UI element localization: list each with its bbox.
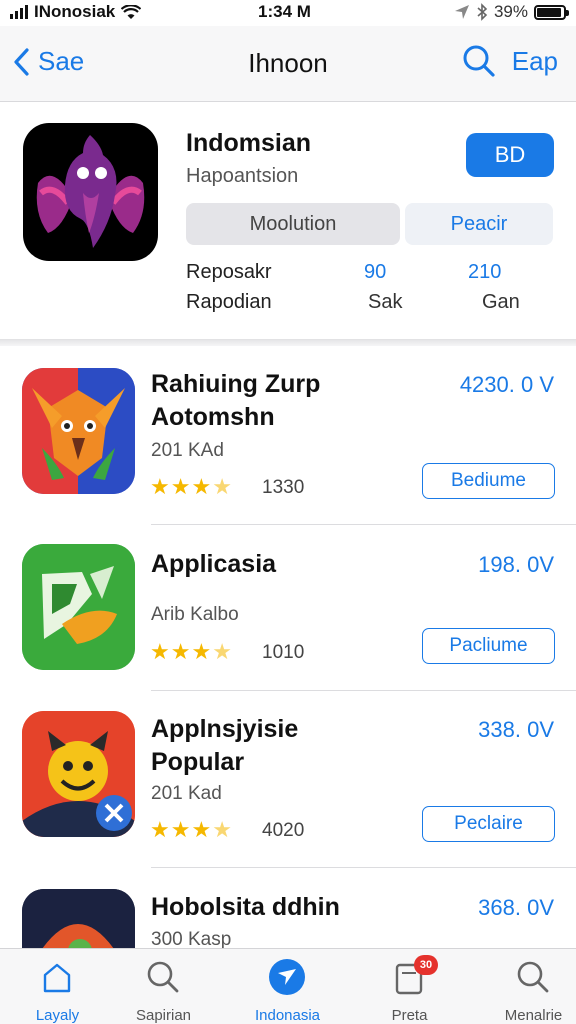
home-icon	[43, 963, 71, 993]
app-title: Rahiuing Zurp	[151, 370, 321, 398]
app-action-button[interactable]: Bediume	[422, 463, 555, 499]
segment-right-button[interactable]: Peacir	[405, 203, 553, 245]
app-icon[interactable]	[22, 368, 135, 494]
signal-icon	[10, 5, 28, 19]
app-action-button[interactable]: Peclaire	[422, 806, 555, 842]
tab-updates[interactable]: 30 Preta	[352, 949, 467, 1024]
battery-percent: 39%	[493, 2, 528, 21]
app-meta: Arib Kalbo	[151, 604, 239, 625]
status-time: 1:34 M	[258, 2, 311, 21]
search-icon	[147, 961, 179, 993]
battery-icon	[534, 4, 569, 20]
status-left: INonosiak	[10, 2, 142, 22]
app-title-line2: Aotomshn	[151, 403, 275, 431]
tab-home[interactable]: Layaly	[0, 949, 115, 1024]
compass-icon	[269, 959, 305, 995]
location-icon	[454, 5, 469, 19]
stat-label: Rapodian	[186, 291, 272, 313]
wifi-icon	[121, 4, 142, 19]
star-rating: ★ ★ ★ ★	[150, 474, 232, 499]
nav-actions: Eap	[462, 44, 558, 78]
row-separator	[151, 524, 576, 525]
tab-label: Layaly	[35, 1007, 80, 1024]
app-action-button[interactable]: Pacliume	[422, 628, 555, 664]
tab-search[interactable]: Sapirian	[106, 949, 221, 1024]
featured-app-name: Indomsian	[186, 129, 312, 157]
app-icon[interactable]	[22, 711, 135, 837]
row-separator	[151, 867, 576, 868]
featured-app-icon[interactable]	[23, 123, 158, 261]
tab-bar: Layaly Sapirian Indonasia 30 Preta Menal…	[0, 948, 576, 1024]
tab-indonasia[interactable]: Indonasia	[230, 949, 345, 1024]
app-list-item[interactable]: Hobolsita ddhin 300 Kasp 368. 0V	[0, 869, 576, 948]
app-title: Hobolsita ddhin	[151, 893, 340, 921]
rating-count: 4020	[262, 820, 305, 841]
app-meta: 201 KAd	[151, 440, 224, 461]
star-rating: ★ ★ ★ ★	[150, 817, 232, 842]
bluetooth-icon	[477, 3, 488, 21]
status-right: 39%	[454, 2, 569, 22]
tab-label: Indonasia	[254, 1007, 321, 1024]
stat-value: Sak	[368, 291, 403, 313]
app-title: Applicasia	[151, 550, 277, 578]
search-icon	[517, 961, 549, 993]
app-list-item[interactable]: Applicasia Arib Kalbo ★ ★ ★ ★ 1010 198. 0V …	[0, 526, 576, 691]
carrier-label: INonosiak	[34, 2, 116, 21]
app-icon[interactable]	[22, 889, 135, 948]
rating-count: 1010	[262, 642, 305, 663]
app-price: 4230. 0 V	[459, 372, 554, 397]
featured-app-card: Indomsian Hapoantsion BD Moolution Peaci…	[0, 103, 576, 340]
stat-value: Gan	[482, 291, 520, 313]
tab-more[interactable]: Menalrie	[476, 949, 576, 1024]
app-price: 338. 0V	[478, 717, 554, 742]
app-price: 198. 0V	[478, 552, 554, 577]
segment-left-button[interactable]: Moolution	[186, 203, 400, 245]
app-meta: 201 Kad	[151, 783, 222, 804]
app-price: 368. 0V	[478, 895, 554, 920]
app-list-item[interactable]: Rahiuing Zurp Aotomshn 201 KAd ★ ★ ★ ★ 1330…	[0, 346, 576, 526]
navigation-bar: Sae Ihnoon Eap	[0, 26, 576, 102]
stat-value: 210	[468, 261, 502, 283]
status-bar: INonosiak 1:34 M 39%	[0, 0, 576, 26]
stat-value: 90	[364, 261, 387, 283]
tab-label: Preta	[391, 1007, 428, 1024]
app-title: Applnsjyisie	[151, 715, 299, 743]
featured-app-subtitle: Hapoantsion	[186, 165, 299, 187]
nav-right-button[interactable]: Eap	[512, 46, 558, 77]
app-icon[interactable]	[22, 544, 135, 670]
rating-count: 1330	[262, 477, 305, 498]
stat-label: Reposakr	[186, 261, 272, 283]
notification-badge: 30	[414, 955, 438, 975]
app-meta: 300 Kasp	[151, 929, 232, 948]
get-button[interactable]: BD	[466, 133, 554, 177]
app-list-item[interactable]: Applnsjyisie Popular 201 Kad ★ ★ ★ ★ 4020 3…	[0, 691, 576, 869]
tab-label: Menalrie	[504, 1007, 563, 1024]
tab-label: Sapirian	[135, 1007, 192, 1024]
search-icon[interactable]	[462, 44, 496, 78]
app-title-line2: Popular	[151, 748, 245, 776]
star-rating: ★ ★ ★ ★	[150, 639, 232, 664]
